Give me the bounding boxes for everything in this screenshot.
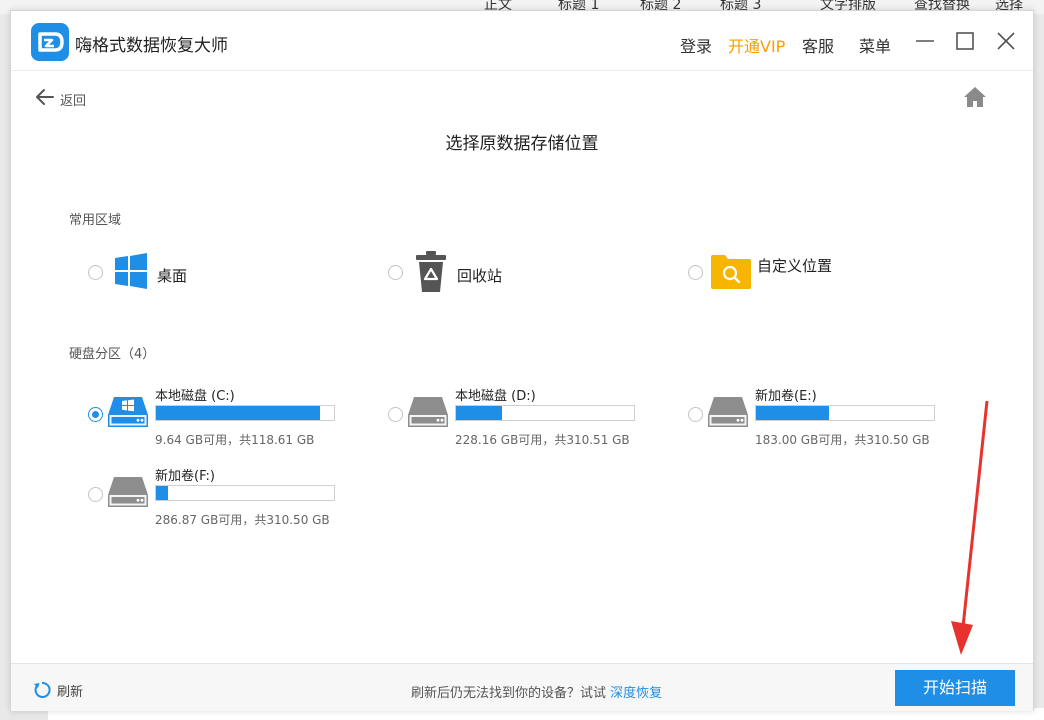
windows-drive-icon bbox=[108, 397, 148, 427]
home-icon bbox=[964, 87, 986, 107]
disk-d-usage-bar bbox=[455, 405, 635, 421]
refresh-icon bbox=[34, 681, 51, 698]
footer-bar: 刷新 刷新后仍无法找到你的设备？试试 深度恢复 开始扫描 bbox=[11, 663, 1033, 711]
titlebar: 嗨格式数据恢复大师 登录 开通VIP 客服 菜单 bbox=[11, 11, 1033, 71]
menu-link[interactable]: 菜单 bbox=[859, 33, 891, 57]
back-label: 返回 bbox=[60, 94, 87, 109]
close-button[interactable] bbox=[994, 29, 1018, 53]
maximize-icon bbox=[956, 32, 974, 50]
app-logo-icon bbox=[31, 23, 69, 61]
login-link[interactable]: 登录 bbox=[680, 33, 712, 57]
custom-location-label: 自定义位置 bbox=[757, 257, 833, 275]
disk-e-usage-fill bbox=[756, 406, 829, 420]
maximize-button[interactable] bbox=[953, 29, 977, 53]
disk-d-capacity: 228.16 GB可用，共310.51 GB bbox=[455, 433, 630, 447]
vip-link[interactable]: 开通VIP bbox=[728, 33, 785, 57]
close-icon bbox=[997, 32, 1015, 50]
recycle-bin-radio[interactable] bbox=[388, 265, 403, 280]
recovery-app-window: 嗨格式数据恢复大师 登录 开通VIP 客服 菜单 返回 选择原数据存储位置 常用… bbox=[10, 10, 1034, 711]
disk-f-usage-fill bbox=[156, 486, 169, 500]
folder-search-icon bbox=[711, 255, 751, 289]
disk-e-usage-bar bbox=[755, 405, 935, 421]
disk-e-radio[interactable] bbox=[688, 407, 703, 422]
disk-c-radio[interactable] bbox=[88, 407, 103, 422]
disk-c-usage-bar bbox=[155, 405, 335, 421]
disk-d-name: 本地磁盘 (D:) bbox=[455, 389, 536, 404]
deep-recovery-link[interactable]: 深度恢复 bbox=[610, 686, 662, 701]
arrow-left-icon bbox=[36, 89, 54, 105]
disk-e-name: 新加卷(E:) bbox=[755, 389, 817, 404]
red-arrow-annotation bbox=[951, 400, 989, 655]
disk-c-capacity: 9.64 GB可用，共118.61 GB bbox=[155, 433, 315, 447]
minimize-icon bbox=[916, 40, 934, 42]
back-button[interactable]: 返回 bbox=[35, 87, 86, 109]
location-custom[interactable]: 自定义位置 bbox=[687, 251, 907, 295]
common-locations-title: 常用区域 bbox=[69, 213, 122, 228]
hard-drive-icon bbox=[708, 397, 748, 427]
windows-icon bbox=[115, 253, 147, 289]
hard-drive-icon bbox=[408, 397, 448, 427]
home-button[interactable] bbox=[963, 85, 987, 109]
disk-d-radio[interactable] bbox=[388, 407, 403, 422]
disk-e-capacity: 183.00 GB可用，共310.50 GB bbox=[755, 433, 930, 447]
recycle-bin-icon bbox=[416, 251, 446, 292]
recycle-bin-label: 回收站 bbox=[457, 267, 503, 285]
disk-partitions-title: 硬盘分区（4） bbox=[69, 347, 156, 362]
disk-d-usage-fill bbox=[456, 406, 503, 420]
footer-hint: 刷新后仍无法找到你的设备？试试 深度恢复 bbox=[411, 682, 662, 701]
page-title: 选择原数据存储位置 bbox=[445, 134, 599, 154]
background-left-strip bbox=[0, 14, 10, 720]
background-right-strip bbox=[1034, 14, 1044, 720]
desktop-label: 桌面 bbox=[157, 267, 188, 285]
disk-f-capacity: 286.87 GB可用，共310.50 GB bbox=[155, 513, 330, 527]
custom-location-radio[interactable] bbox=[688, 265, 703, 280]
refresh-label: 刷新 bbox=[57, 685, 84, 700]
hard-drive-icon bbox=[108, 477, 148, 507]
start-scan-button[interactable]: 开始扫描 bbox=[895, 670, 1015, 706]
disk-f-radio[interactable] bbox=[88, 487, 103, 502]
desktop-radio[interactable] bbox=[88, 265, 103, 280]
disk-c-name: 本地磁盘 (C:) bbox=[155, 389, 235, 404]
disk-c-usage-fill bbox=[156, 406, 320, 420]
app-title: 嗨格式数据恢复大师 bbox=[75, 36, 228, 56]
disk-d[interactable]: 本地磁盘 (D:) 228.16 GB可用，共310.51 GB bbox=[388, 385, 658, 449]
disk-f-usage-bar bbox=[155, 485, 335, 501]
minimize-button[interactable] bbox=[913, 29, 937, 53]
disk-f[interactable]: 新加卷(F:) 286.87 GB可用，共310.50 GB bbox=[88, 465, 358, 529]
customer-service-link[interactable]: 客服 bbox=[802, 33, 834, 57]
disk-f-name: 新加卷(F:) bbox=[155, 469, 215, 484]
footer-hint-text: 刷新后仍无法找到你的设备？试试 bbox=[411, 686, 607, 701]
disk-e[interactable]: 新加卷(E:) 183.00 GB可用，共310.50 GB bbox=[688, 385, 958, 449]
location-desktop[interactable]: 桌面 bbox=[87, 251, 307, 295]
disk-c[interactable]: 本地磁盘 (C:) 9.64 GB可用，共118.61 GB bbox=[88, 385, 358, 449]
location-recycle-bin[interactable]: 回收站 bbox=[387, 251, 607, 295]
